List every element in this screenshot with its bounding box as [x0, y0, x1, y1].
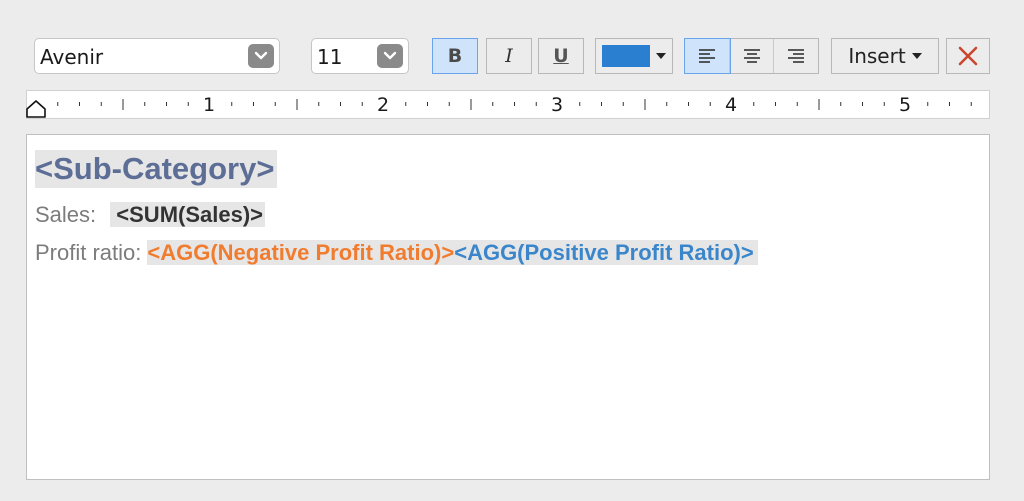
ruler-number: 5: [899, 94, 912, 116]
alignment-group: [684, 38, 819, 74]
dropdown-arrow-icon: [656, 53, 666, 59]
font-family-select[interactable]: Avenir: [34, 38, 280, 74]
align-left-button[interactable]: [684, 38, 731, 74]
profit-label: Profit ratio:: [35, 240, 142, 265]
ruler-number: 1: [203, 94, 216, 116]
tooltip-editor[interactable]: <Sub-Category> Sales: <SUM(Sales)> Profi…: [26, 134, 990, 480]
dropdown-arrow-icon: [911, 53, 922, 59]
ruler-number: 2: [377, 94, 390, 116]
positive-profit-field: <AGG(Positive Profit Ratio)>: [454, 240, 754, 265]
negative-profit-field: <AGG(Negative Profit Ratio)>: [147, 240, 455, 265]
sales-field: <SUM(Sales)>: [110, 202, 266, 227]
ruler-number: 3: [551, 94, 564, 116]
align-right-button[interactable]: [774, 39, 818, 73]
ruler-ticks: [57, 99, 972, 110]
sales-label: Sales:: [35, 202, 97, 227]
font-family-value: Avenir: [40, 45, 104, 69]
heading-field: <Sub-Category>: [35, 150, 278, 188]
align-left-icon: [698, 49, 715, 63]
insert-button[interactable]: Insert: [831, 38, 939, 74]
insert-label: Insert: [848, 44, 906, 68]
close-icon: [958, 46, 978, 66]
font-size-value: 11: [317, 45, 343, 69]
indent-marker-icon[interactable]: [26, 100, 48, 118]
profit-line: Profit ratio: <AGG(Negative Profit Ratio)…: [35, 238, 758, 268]
underline-button[interactable]: U: [538, 38, 584, 74]
color-swatch: [602, 45, 650, 67]
chevron-down-icon[interactable]: [377, 44, 403, 68]
text-color-picker[interactable]: [595, 38, 673, 74]
bold-button[interactable]: B: [432, 38, 478, 74]
font-size-select[interactable]: 11: [311, 38, 409, 74]
chevron-down-icon[interactable]: [248, 44, 274, 68]
ruler: 1 2 3 4 5: [26, 90, 990, 119]
sales-line: Sales: <SUM(Sales)>: [35, 200, 266, 230]
ruler-number: 4: [725, 94, 738, 116]
align-right-icon: [788, 49, 805, 63]
close-button[interactable]: [946, 38, 990, 74]
italic-button[interactable]: I: [486, 38, 532, 74]
profit-fields: <AGG(Negative Profit Ratio)><AGG(Positiv…: [147, 240, 758, 265]
align-center-icon: [743, 49, 760, 63]
align-center-button[interactable]: [730, 39, 775, 73]
